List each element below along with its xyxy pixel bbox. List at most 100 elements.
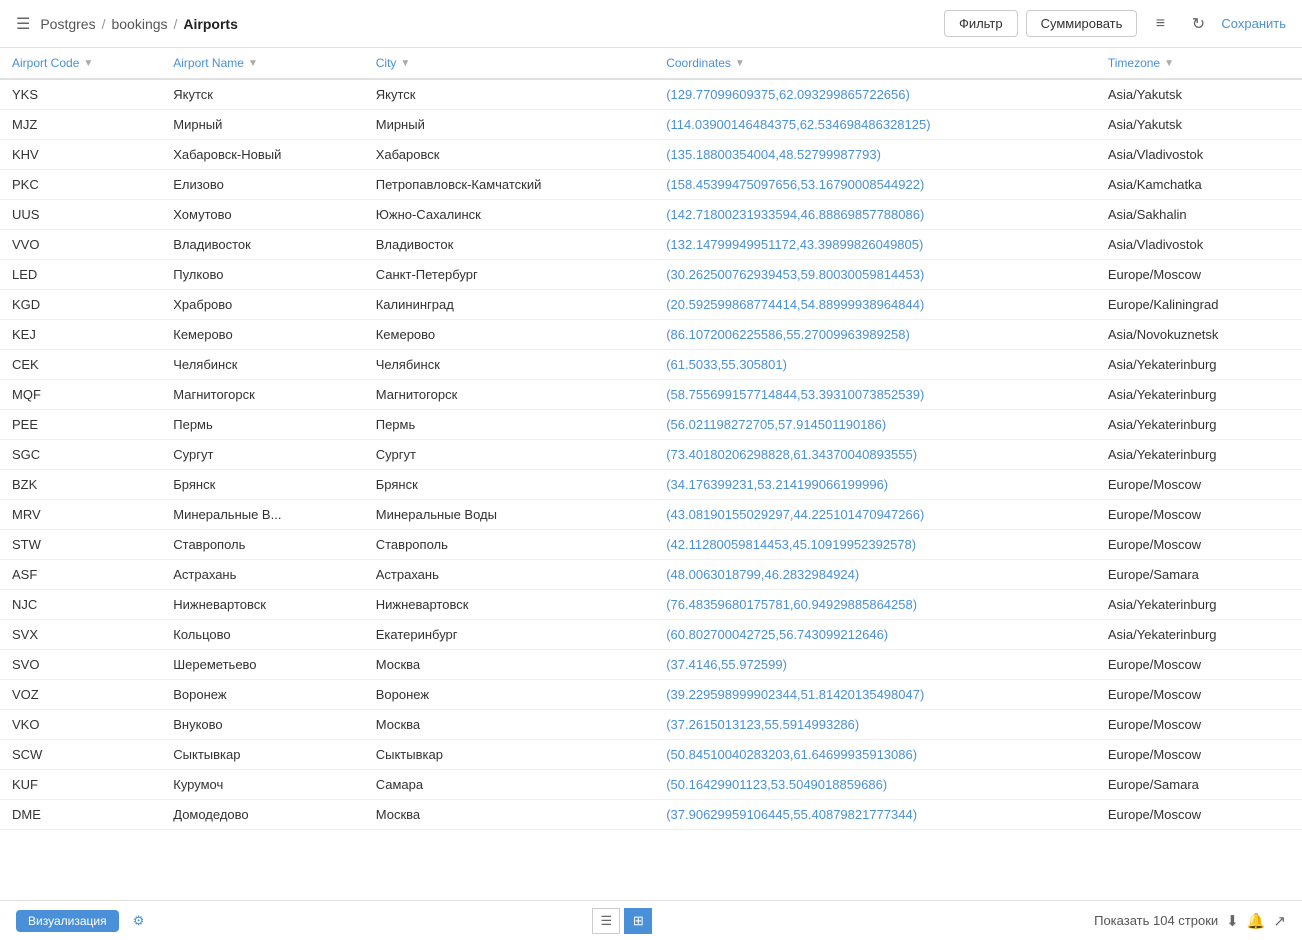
table-row: MRVМинеральные В...Минеральные Воды(43.0… xyxy=(0,500,1302,530)
cell-code: CEK xyxy=(0,350,161,380)
col-header-coords[interactable]: Coordinates ▼ xyxy=(654,48,1096,79)
cell-coords: (61.5033,55.305801) xyxy=(654,350,1096,380)
cell-tz: Europe/Moscow xyxy=(1096,650,1302,680)
cell-code: VVO xyxy=(0,230,161,260)
cell-tz: Asia/Yekaterinburg xyxy=(1096,620,1302,650)
airports-table: Airport Code ▼ Airport Name ▼ City ▼ xyxy=(0,48,1302,830)
cell-code: YKS xyxy=(0,79,161,110)
visualize-button[interactable]: Визуализация xyxy=(16,910,119,932)
export-icon[interactable]: ↗ xyxy=(1273,912,1286,930)
cell-code: SGC xyxy=(0,440,161,470)
cell-coords: (135.18800354004,48.52799987793) xyxy=(654,140,1096,170)
cell-code: SVX xyxy=(0,620,161,650)
sort-icon-tz: ▼ xyxy=(1164,58,1174,69)
cell-city: Магнитогорск xyxy=(364,380,654,410)
cell-city: Владивосток xyxy=(364,230,654,260)
cell-coords: (158.45399475097656,53.16790008544922) xyxy=(654,170,1096,200)
cell-city: Сыктывкар xyxy=(364,740,654,770)
cell-coords: (114.03900146484375,62.534698486328125) xyxy=(654,110,1096,140)
breadcrumb-db[interactable]: Postgres xyxy=(40,16,95,32)
cell-tz: Europe/Moscow xyxy=(1096,470,1302,500)
cell-city: Южно-Сахалинск xyxy=(364,200,654,230)
cell-code: MQF xyxy=(0,380,161,410)
cell-name: Пермь xyxy=(161,410,363,440)
cell-coords: (50.84510040283203,61.64699935913086) xyxy=(654,740,1096,770)
sort-icon-coords: ▼ xyxy=(735,58,745,69)
cell-tz: Asia/Sakhalin xyxy=(1096,200,1302,230)
cell-tz: Asia/Novokuznetsk xyxy=(1096,320,1302,350)
cell-code: BZK xyxy=(0,470,161,500)
cell-coords: (37.90629959106445,55.40879821777344) xyxy=(654,800,1096,830)
cell-tz: Asia/Yakutsk xyxy=(1096,110,1302,140)
cell-name: Владивосток xyxy=(161,230,363,260)
list-view-button[interactable]: ☰ xyxy=(592,908,620,934)
cell-code: VOZ xyxy=(0,680,161,710)
cell-city: Брянск xyxy=(364,470,654,500)
footer-center: ☰ ⊞ xyxy=(592,908,652,934)
cell-name: Хабаровск-Новый xyxy=(161,140,363,170)
cell-coords: (43.08190155029297,44.225101470947266) xyxy=(654,500,1096,530)
breadcrumb: ☰ Postgres / bookings / Airports xyxy=(16,14,238,34)
table-row: KUFКурумочСамара(50.16429901123,53.50490… xyxy=(0,770,1302,800)
cell-code: MJZ xyxy=(0,110,161,140)
table-row: LEDПулковоСанкт-Петербург(30.26250076293… xyxy=(0,260,1302,290)
table-row: YKSЯкутскЯкутск(129.77099609375,62.09329… xyxy=(0,79,1302,110)
table-row: VVOВладивостокВладивосток(132.1479994995… xyxy=(0,230,1302,260)
visualize-settings-icon[interactable]: ⚙ xyxy=(127,909,151,933)
cell-code: KUF xyxy=(0,770,161,800)
cell-code: DME xyxy=(0,800,161,830)
cell-city: Сургут xyxy=(364,440,654,470)
cell-city: Екатеринбург xyxy=(364,620,654,650)
cell-name: Ставрополь xyxy=(161,530,363,560)
summarize-button[interactable]: Суммировать xyxy=(1026,10,1138,37)
table-container: Airport Code ▼ Airport Name ▼ City ▼ xyxy=(0,48,1302,900)
save-button[interactable]: Сохранить xyxy=(1221,16,1286,31)
cell-city: Нижневартовск xyxy=(364,590,654,620)
table-row: CEKЧелябинскЧелябинск(61.5033,55.305801)… xyxy=(0,350,1302,380)
cell-coords: (37.4146,55.972599) xyxy=(654,650,1096,680)
breadcrumb-sep1: / xyxy=(102,16,106,32)
cell-code: SVO xyxy=(0,650,161,680)
cell-name: Домодедово xyxy=(161,800,363,830)
cell-code: NJC xyxy=(0,590,161,620)
notification-icon[interactable]: 🔔 xyxy=(1247,912,1266,930)
breadcrumb-schema[interactable]: bookings xyxy=(111,16,167,32)
cell-tz: Europe/Moscow xyxy=(1096,740,1302,770)
cell-name: Магнитогорск xyxy=(161,380,363,410)
cell-coords: (56.021198272705,57.914501190186) xyxy=(654,410,1096,440)
download-icon[interactable]: ⬇ xyxy=(1226,912,1239,930)
col-header-city[interactable]: City ▼ xyxy=(364,48,654,79)
cell-name: Хомутово xyxy=(161,200,363,230)
cell-coords: (20.592599868774414,54.88999938964844) xyxy=(654,290,1096,320)
cell-tz: Asia/Vladivostok xyxy=(1096,140,1302,170)
col-header-tz[interactable]: Timezone ▼ xyxy=(1096,48,1302,79)
cell-tz: Europe/Samara xyxy=(1096,770,1302,800)
filter-button[interactable]: Фильтр xyxy=(944,10,1018,37)
grid-view-button[interactable]: ⊞ xyxy=(624,908,652,934)
cell-code: PEE xyxy=(0,410,161,440)
cell-tz: Europe/Samara xyxy=(1096,560,1302,590)
cell-city: Якутск xyxy=(364,79,654,110)
refresh-icon[interactable]: ↻ xyxy=(1183,9,1213,39)
cell-tz: Asia/Yekaterinburg xyxy=(1096,380,1302,410)
cell-coords: (129.77099609375,62.093299865722656) xyxy=(654,79,1096,110)
cell-name: Курумоч xyxy=(161,770,363,800)
columns-icon[interactable]: ≡ xyxy=(1145,9,1175,39)
table-row: SGCСургутСургут(73.40180206298828,61.343… xyxy=(0,440,1302,470)
cell-name: Астрахань xyxy=(161,560,363,590)
cell-tz: Europe/Moscow xyxy=(1096,800,1302,830)
col-header-name[interactable]: Airport Name ▼ xyxy=(161,48,363,79)
cell-coords: (58.755699157714844,53.39310073852539) xyxy=(654,380,1096,410)
col-header-code[interactable]: Airport Code ▼ xyxy=(0,48,161,79)
table-row: KEJКемеровоКемерово(86.1072006225586,55.… xyxy=(0,320,1302,350)
table-row: PKCЕлизовоПетропавловск-Камчатский(158.4… xyxy=(0,170,1302,200)
cell-name: Якутск xyxy=(161,79,363,110)
table-row: KGDХрабровоКалининград(20.59259986877441… xyxy=(0,290,1302,320)
footer: Визуализация ⚙ ☰ ⊞ Показать 104 строки ⬇… xyxy=(0,900,1302,940)
row-count-label: Показать 104 строки xyxy=(1094,913,1218,928)
table-row: UUSХомутовоЮжно-Сахалинск(142.7180023193… xyxy=(0,200,1302,230)
cell-city: Самара xyxy=(364,770,654,800)
table-row: DMEДомодедовоМосква(37.90629959106445,55… xyxy=(0,800,1302,830)
cell-city: Пермь xyxy=(364,410,654,440)
cell-name: Шереметьево xyxy=(161,650,363,680)
